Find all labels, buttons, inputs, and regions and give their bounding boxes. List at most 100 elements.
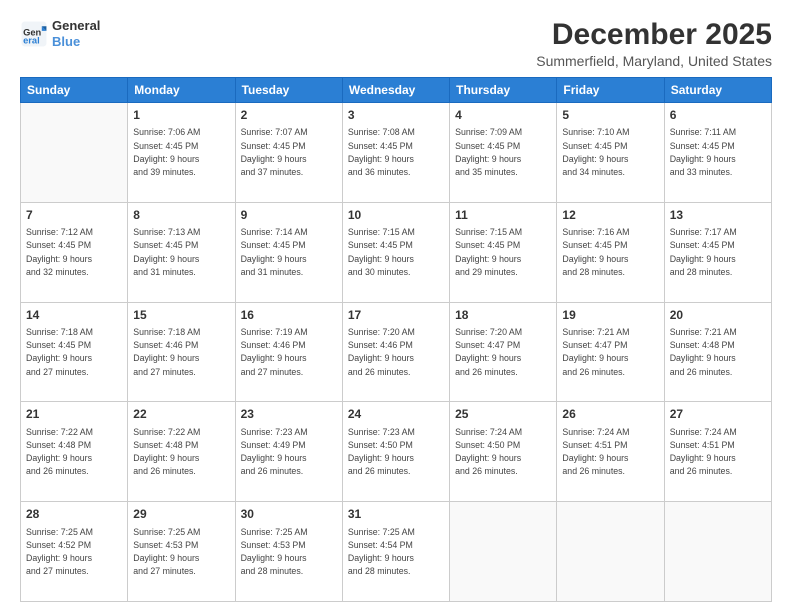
day-number: 9 <box>241 207 337 224</box>
calendar-week-3: 14 Sunrise: 7:18 AM Sunset: 4:45 PM Dayli… <box>21 302 772 402</box>
day-number: 23 <box>241 406 337 423</box>
day-number: 22 <box>133 406 229 423</box>
calendar-cell: 11Sunrise: 7:15 AM Sunset: 4:45 PM Dayli… <box>450 202 557 302</box>
day-info: Sunrise: 7:16 AM Sunset: 4:45 PM Dayligh… <box>562 226 658 279</box>
day-number: 24 <box>348 406 444 423</box>
calendar-cell: 19 Sunrise: 7:21 AM Sunset: 4:47 PM Dayli… <box>557 302 664 402</box>
day-info: Sunrise: 7:21 AM Sunset: 4:48 PM Dayligh… <box>670 326 766 379</box>
day-number: 5 <box>562 107 658 124</box>
day-number: 19 <box>562 307 658 324</box>
day-info: Sunrise: 7:08 AM Sunset: 4:45 PM Dayligh… <box>348 126 444 179</box>
weekday-sunday: Sunday <box>21 78 128 103</box>
calendar-header: SundayMondayTuesdayWednesdayThursdayFrid… <box>21 78 772 103</box>
day-number: 28 <box>26 506 122 523</box>
day-info: Sunrise: 7:17 AM Sunset: 4:45 PM Dayligh… <box>670 226 766 279</box>
calendar-cell: 17 Sunrise: 7:20 AM Sunset: 4:46 PM Dayli… <box>342 302 449 402</box>
day-info: Sunrise: 7:07 AM Sunset: 4:45 PM Dayligh… <box>241 126 337 179</box>
header: Gen eral General Blue December 2025 Summ… <box>20 18 772 69</box>
day-info: Sunrise: 7:20 AM Sunset: 4:47 PM Dayligh… <box>455 326 551 379</box>
logo-general: General <box>52 18 100 34</box>
day-info: Sunrise: 7:12 AM Sunset: 4:45 PM Dayligh… <box>26 226 122 279</box>
day-info: Sunrise: 7:18 AM Sunset: 4:46 PM Dayligh… <box>133 326 229 379</box>
day-info: Sunrise: 7:25 AM Sunset: 4:54 PM Dayligh… <box>348 526 444 579</box>
day-number: 2 <box>241 107 337 124</box>
calendar-cell: 27Sunrise: 7:24 AM Sunset: 4:51 PM Dayli… <box>664 402 771 502</box>
weekday-saturday: Saturday <box>664 78 771 103</box>
day-info: Sunrise: 7:25 AM Sunset: 4:53 PM Dayligh… <box>133 526 229 579</box>
page: Gen eral General Blue December 2025 Summ… <box>0 0 792 612</box>
calendar-cell <box>557 502 664 602</box>
calendar-cell: 31 Sunrise: 7:25 AM Sunset: 4:54 PM Dayli… <box>342 502 449 602</box>
calendar-week-2: 7Sunrise: 7:12 AM Sunset: 4:45 PM Daylig… <box>21 202 772 302</box>
day-info: Sunrise: 7:18 AM Sunset: 4:45 PM Dayligh… <box>26 326 122 379</box>
logo-blue: Blue <box>52 34 100 50</box>
day-info: Sunrise: 7:25 AM Sunset: 4:53 PM Dayligh… <box>241 526 337 579</box>
svg-text:eral: eral <box>23 35 40 45</box>
calendar-table: SundayMondayTuesdayWednesdayThursdayFrid… <box>20 77 772 602</box>
calendar-cell: 3 Sunrise: 7:08 AM Sunset: 4:45 PM Daylig… <box>342 103 449 203</box>
day-info: Sunrise: 7:10 AM Sunset: 4:45 PM Dayligh… <box>562 126 658 179</box>
day-number: 11 <box>455 207 551 224</box>
day-info: Sunrise: 7:23 AM Sunset: 4:50 PM Dayligh… <box>348 426 444 479</box>
weekday-header-row: SundayMondayTuesdayWednesdayThursdayFrid… <box>21 78 772 103</box>
calendar-cell: 23Sunrise: 7:23 AM Sunset: 4:49 PM Dayli… <box>235 402 342 502</box>
calendar-cell: 26Sunrise: 7:24 AM Sunset: 4:51 PM Dayli… <box>557 402 664 502</box>
calendar-cell <box>21 103 128 203</box>
calendar-cell: 18 Sunrise: 7:20 AM Sunset: 4:47 PM Dayli… <box>450 302 557 402</box>
day-info: Sunrise: 7:15 AM Sunset: 4:45 PM Dayligh… <box>348 226 444 279</box>
calendar-cell: 30 Sunrise: 7:25 AM Sunset: 4:53 PM Dayli… <box>235 502 342 602</box>
day-number: 31 <box>348 506 444 523</box>
day-number: 14 <box>26 307 122 324</box>
calendar-week-5: 28 Sunrise: 7:25 AM Sunset: 4:52 PM Dayli… <box>21 502 772 602</box>
day-info: Sunrise: 7:22 AM Sunset: 4:48 PM Dayligh… <box>133 426 229 479</box>
calendar-cell: 20 Sunrise: 7:21 AM Sunset: 4:48 PM Dayli… <box>664 302 771 402</box>
day-number: 4 <box>455 107 551 124</box>
logo-icon: Gen eral <box>20 20 48 48</box>
calendar-cell: 25Sunrise: 7:24 AM Sunset: 4:50 PM Dayli… <box>450 402 557 502</box>
calendar-cell: 16Sunrise: 7:19 AM Sunset: 4:46 PM Dayli… <box>235 302 342 402</box>
day-number: 3 <box>348 107 444 124</box>
day-info: Sunrise: 7:20 AM Sunset: 4:46 PM Dayligh… <box>348 326 444 379</box>
weekday-friday: Friday <box>557 78 664 103</box>
day-number: 10 <box>348 207 444 224</box>
day-info: Sunrise: 7:24 AM Sunset: 4:51 PM Dayligh… <box>670 426 766 479</box>
weekday-monday: Monday <box>128 78 235 103</box>
day-number: 20 <box>670 307 766 324</box>
day-info: Sunrise: 7:13 AM Sunset: 4:45 PM Dayligh… <box>133 226 229 279</box>
calendar-cell: 8 Sunrise: 7:13 AM Sunset: 4:45 PM Daylig… <box>128 202 235 302</box>
day-info: Sunrise: 7:14 AM Sunset: 4:45 PM Dayligh… <box>241 226 337 279</box>
calendar-cell: 22 Sunrise: 7:22 AM Sunset: 4:48 PM Dayli… <box>128 402 235 502</box>
calendar-week-4: 21 Sunrise: 7:22 AM Sunset: 4:48 PM Dayli… <box>21 402 772 502</box>
weekday-tuesday: Tuesday <box>235 78 342 103</box>
day-number: 18 <box>455 307 551 324</box>
day-number: 17 <box>348 307 444 324</box>
day-info: Sunrise: 7:11 AM Sunset: 4:45 PM Dayligh… <box>670 126 766 179</box>
day-number: 8 <box>133 207 229 224</box>
day-number: 15 <box>133 307 229 324</box>
main-title: December 2025 <box>536 18 772 51</box>
calendar-body: 1Sunrise: 7:06 AM Sunset: 4:45 PM Daylig… <box>21 103 772 602</box>
logo-text: General Blue <box>52 18 100 49</box>
calendar-cell: 13Sunrise: 7:17 AM Sunset: 4:45 PM Dayli… <box>664 202 771 302</box>
calendar-cell: 7Sunrise: 7:12 AM Sunset: 4:45 PM Daylig… <box>21 202 128 302</box>
calendar-cell: 6Sunrise: 7:11 AM Sunset: 4:45 PM Daylig… <box>664 103 771 203</box>
calendar-cell <box>664 502 771 602</box>
calendar-cell: 29 Sunrise: 7:25 AM Sunset: 4:53 PM Dayli… <box>128 502 235 602</box>
weekday-wednesday: Wednesday <box>342 78 449 103</box>
calendar-cell: 2 Sunrise: 7:07 AM Sunset: 4:45 PM Daylig… <box>235 103 342 203</box>
calendar-cell: 15 Sunrise: 7:18 AM Sunset: 4:46 PM Dayli… <box>128 302 235 402</box>
day-info: Sunrise: 7:21 AM Sunset: 4:47 PM Dayligh… <box>562 326 658 379</box>
calendar-cell: 21Sunrise: 7:22 AM Sunset: 4:48 PM Dayli… <box>21 402 128 502</box>
day-number: 30 <box>241 506 337 523</box>
title-block: December 2025 Summerfield, Maryland, Uni… <box>536 18 772 69</box>
logo: Gen eral General Blue <box>20 18 100 49</box>
day-number: 29 <box>133 506 229 523</box>
day-info: Sunrise: 7:24 AM Sunset: 4:51 PM Dayligh… <box>562 426 658 479</box>
day-number: 1 <box>133 107 229 124</box>
day-number: 25 <box>455 406 551 423</box>
calendar-cell: 1Sunrise: 7:06 AM Sunset: 4:45 PM Daylig… <box>128 103 235 203</box>
day-info: Sunrise: 7:25 AM Sunset: 4:52 PM Dayligh… <box>26 526 122 579</box>
subtitle: Summerfield, Maryland, United States <box>536 53 772 69</box>
day-number: 21 <box>26 406 122 423</box>
calendar-cell: 14 Sunrise: 7:18 AM Sunset: 4:45 PM Dayli… <box>21 302 128 402</box>
